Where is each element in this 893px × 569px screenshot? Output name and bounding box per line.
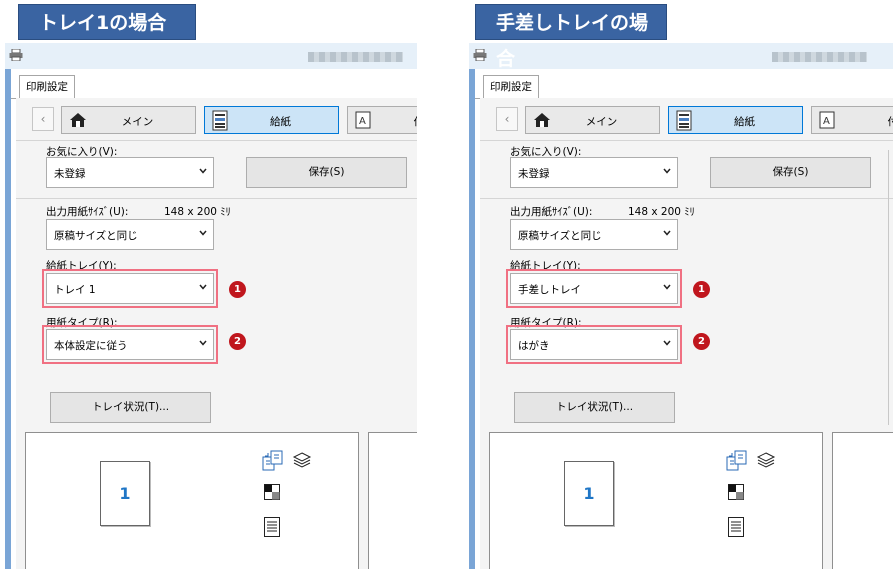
color-mode-icon: [264, 484, 280, 500]
separator: [16, 198, 417, 199]
tray-status-button[interactable]: トレイ状況(T)...: [514, 392, 675, 423]
title-bar: [5, 43, 417, 69]
title-bar: [469, 43, 893, 69]
blurred-window-title: [308, 52, 403, 62]
dialog-body: 印刷設定 ‹ メイン 給紙 A 付 お気に入り(V): 未登録 保存(S): [11, 69, 417, 569]
tab-print-settings[interactable]: 印刷設定: [483, 75, 539, 98]
chevron-down-icon: [199, 168, 207, 174]
tab-paper[interactable]: 給紙: [204, 106, 339, 134]
copy-pages-icon: [262, 450, 283, 471]
output-size-select[interactable]: 原稿サイズと同じ: [46, 219, 214, 250]
preview-page-number: 1: [119, 484, 131, 503]
nav-back-button[interactable]: ‹: [32, 107, 54, 131]
scenario-heading: 手差しトレイの場合: [475, 4, 667, 70]
print-preview: 1: [25, 432, 359, 569]
preview-page-number: 1: [583, 484, 595, 503]
paper-type-highlight: [506, 325, 682, 364]
favorites-value: 未登録: [518, 168, 550, 180]
tab-paper-label: 給紙: [734, 116, 755, 128]
favorites-select[interactable]: 未登録: [46, 157, 214, 188]
favorites-select[interactable]: 未登録: [510, 157, 678, 188]
output-size-label: 出力用紙ｻｲｽﾞ(U):: [510, 206, 593, 218]
output-size-value: 原稿サイズと同じ: [54, 230, 138, 242]
secondary-preview: [832, 432, 893, 569]
marker-1: 1: [693, 281, 710, 298]
preview-page: 1: [564, 461, 614, 526]
paper-type-highlight: [42, 325, 218, 364]
tab-paper[interactable]: 給紙: [668, 106, 803, 134]
scenario-heading: トレイ1の場合: [18, 4, 196, 40]
separator: [480, 140, 893, 141]
tab-main-label: メイン: [121, 116, 154, 128]
print-settings-window: 印刷設定 ‹ メイン 給紙 A 付 お気に入り(V): 未登録 保存(S): [5, 43, 417, 569]
favorites-value: 未登録: [54, 168, 86, 180]
tab-main[interactable]: メイン: [61, 106, 196, 134]
printer-icon: [9, 49, 23, 61]
blurred-window-title: [772, 52, 867, 62]
preview-page: 1: [100, 461, 150, 526]
tab-next-partial[interactable]: A 付: [811, 106, 893, 134]
output-size-select[interactable]: 原稿サイズと同じ: [510, 219, 678, 250]
save-button[interactable]: 保存(S): [246, 157, 407, 188]
chevron-down-icon: [663, 168, 671, 174]
tab-main-label: メイン: [585, 116, 618, 128]
chevron-down-icon: [199, 230, 207, 236]
marker-2: 2: [229, 333, 246, 350]
tab-next-partial[interactable]: A 付: [347, 106, 417, 134]
output-size-dims: 148 x 200 ﾐﾘ: [164, 206, 231, 218]
output-size-dims: 148 x 200 ﾐﾘ: [628, 206, 695, 218]
secondary-preview: [368, 432, 417, 569]
tray-highlight: [506, 269, 682, 308]
copy-pages-icon: [726, 450, 747, 471]
color-mode-icon: [728, 484, 744, 500]
settings-panel: ‹ メイン 給紙 A 付 お気に入り(V): 未登録 保存(S) 出力用紙ｻｲｽ…: [480, 98, 893, 569]
marker-1: 1: [229, 281, 246, 298]
save-button[interactable]: 保存(S): [710, 157, 871, 188]
tray-highlight: [42, 269, 218, 308]
print-preview: 1: [489, 432, 823, 569]
printer-icon: [473, 49, 487, 61]
settings-panel: ‹ メイン 給紙 A 付 お気に入り(V): 未登録 保存(S) 出力用紙ｻｲｽ…: [16, 98, 417, 569]
nav-back-button[interactable]: ‹: [496, 107, 518, 131]
output-size-value: 原稿サイズと同じ: [518, 230, 602, 242]
print-settings-window: 印刷設定 ‹ メイン 給紙 A 付 お気に入り(V): 未登録 保存(S): [469, 43, 893, 569]
tab-main[interactable]: メイン: [525, 106, 660, 134]
tab-next-label: 付: [348, 114, 418, 129]
chevron-down-icon: [663, 230, 671, 236]
document-icon: [728, 517, 744, 537]
marker-2: 2: [693, 333, 710, 350]
tab-paper-label: 給紙: [270, 116, 291, 128]
output-size-label: 出力用紙ｻｲｽﾞ(U):: [46, 206, 129, 218]
document-icon: [264, 517, 280, 537]
dialog-body: 印刷設定 ‹ メイン 給紙 A 付 お気に入り(V): 未登録 保存(S): [475, 69, 893, 569]
scrollbar[interactable]: [888, 150, 889, 425]
stack-layers-icon: [756, 452, 776, 468]
tab-print-settings[interactable]: 印刷設定: [19, 75, 75, 98]
stack-layers-icon: [292, 452, 312, 468]
tray-status-button[interactable]: トレイ状況(T)...: [50, 392, 211, 423]
tab-next-label: 付: [887, 116, 893, 128]
separator: [480, 198, 893, 199]
separator: [16, 140, 417, 141]
